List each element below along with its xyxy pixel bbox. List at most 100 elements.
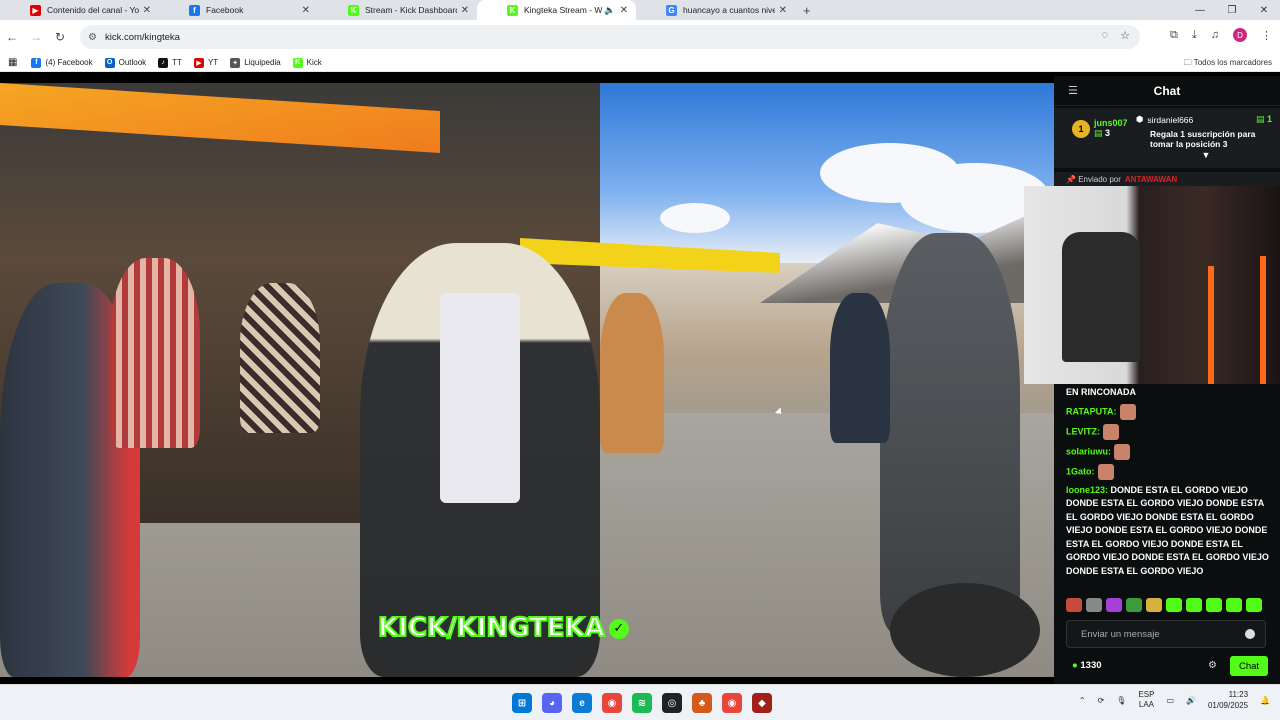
extensions-icon[interactable]: ⧉ (1170, 29, 1178, 42)
emoji-picker-icon[interactable] (1245, 629, 1255, 639)
emote-icon[interactable] (1226, 598, 1242, 612)
google-icon: G (666, 4, 677, 16)
emote-icon[interactable] (1086, 598, 1102, 612)
emote-icon[interactable] (1066, 598, 1082, 612)
kick-icon: K (348, 4, 359, 16)
reload-button[interactable]: ↻ (48, 30, 72, 44)
brand-text: KICK/KINGTEKA (377, 612, 606, 644)
bookmark-label: YT (207, 58, 219, 67)
bookmark-item[interactable]: ✦ Liquipedia (230, 57, 281, 68)
emote-icon[interactable] (1246, 598, 1262, 612)
restore-button[interactable]: ❐ (1216, 5, 1248, 16)
facebook-icon: f (31, 57, 42, 68)
bookmark-star-icon[interactable]: ☆ (1120, 29, 1130, 42)
media-control-icon[interactable]: ♫ (1211, 29, 1219, 41)
sub-count: ▤ 1 (1255, 114, 1272, 124)
send-chat-button[interactable]: Chat (1230, 656, 1268, 676)
expand-chevron-icon[interactable]: ▼ (1136, 150, 1276, 160)
close-tab-icon[interactable]: ✕ (302, 5, 310, 16)
bookmarks-list: f (4) Facebook O Outlook ♪ TT ▶ YT ✦ Liquipedia K K… (31, 57, 333, 68)
emote-icon[interactable] (1126, 598, 1142, 612)
browser-tab[interactable]: f Facebook ✕ (159, 0, 318, 20)
chat-username[interactable]: loone123: (1066, 485, 1108, 495)
tab-title: Facebook (206, 5, 244, 15)
chat-settings-icon[interactable]: ⚙ (1208, 660, 1217, 671)
chat-input[interactable]: Enviar un mensaje (1066, 620, 1266, 648)
clock[interactable]: 11:23 01/09/2025 (1208, 689, 1248, 711)
all-bookmarks-folder[interactable]: 🗀 Todos los marcadores (1184, 57, 1272, 71)
new-tab-button[interactable]: + (803, 3, 811, 18)
bookmark-item[interactable]: ▶ YT (193, 57, 219, 68)
close-tab-icon[interactable]: ✕ (461, 5, 469, 16)
taskbar-apps: ⊞ ◕ e ◉ ≋ ◎ ♣ ◉ ◆ (512, 693, 772, 713)
bookmark-item[interactable]: ♪ TT (158, 57, 182, 68)
chat-username[interactable]: solariuwu: (1066, 446, 1111, 456)
emote-icon[interactable] (1206, 598, 1222, 612)
points-value: 1330 (1080, 660, 1102, 671)
download-icon[interactable]: ⤓ (1192, 29, 1197, 42)
close-window-button[interactable]: ✕ (1248, 5, 1280, 16)
top-gifter-name: juns007 (1094, 118, 1128, 128)
browser-menu-icon[interactable]: ⋮ (1261, 29, 1272, 42)
apps-grid-icon[interactable]: ▦ (8, 57, 17, 68)
browser-tab[interactable]: K Stream - Kick Dashboard ✕ (318, 0, 477, 20)
address-bar[interactable]: ⚙ kick.com/kingteka ◌ ☆ (80, 25, 1140, 49)
obs-icon[interactable]: ◎ (662, 693, 682, 713)
speaker-icon[interactable]: 🔈 (604, 5, 615, 16)
chrome-icon[interactable]: ◉ (602, 693, 622, 713)
volume-icon[interactable]: 🔊 (1186, 696, 1196, 705)
spotify-icon[interactable]: ≋ (632, 693, 652, 713)
stream-video[interactable]: KICK/KINGTEKA ✓ (0, 83, 1054, 677)
notifications-icon[interactable]: 🔔 (1260, 696, 1270, 705)
emote-icon[interactable] (1146, 598, 1162, 612)
bookmark-item[interactable]: O Outlook (104, 57, 146, 68)
lang-code: ESP (1138, 690, 1155, 699)
tray-overflow-icon[interactable]: ⌃ (1079, 696, 1086, 705)
close-tab-icon[interactable]: ✕ (143, 5, 151, 16)
chat-username[interactable]: LEVITZ: (1066, 426, 1100, 436)
youtube-icon: ▶ (193, 57, 204, 68)
emote-icon[interactable] (1166, 598, 1182, 612)
emote-icon[interactable] (1106, 598, 1122, 612)
dota-icon[interactable]: ◆ (752, 693, 772, 713)
badge-icon: ⬢ (1136, 114, 1144, 124)
browser-tab[interactable]: K Kingteka Stream - Watch Li 🔈 ✕ (477, 0, 636, 20)
channel-points[interactable]: ● 1330 (1072, 660, 1102, 671)
network-icon[interactable]: ▭ (1166, 696, 1174, 705)
chat-username[interactable]: RATAPUTA: (1066, 406, 1117, 416)
edge-icon[interactable]: e (572, 693, 592, 713)
discord-icon[interactable]: ◕ (542, 693, 562, 713)
back-button[interactable]: ← (0, 30, 24, 44)
browser-tab[interactable]: G huancayo a cuantos niveles del ✕ (636, 0, 795, 20)
all-bookmarks-label: Todos los marcadores (1193, 58, 1272, 67)
language-indicator[interactable]: ESP LAA (1138, 690, 1154, 710)
close-tab-icon[interactable]: ✕ (620, 5, 628, 16)
quick-emote-row (1066, 598, 1262, 612)
forward-button[interactable]: → (24, 30, 48, 44)
chat-message-list: RATAPUTA: LEVITZ: solariuwu: 1Gato: loone123… (1066, 403, 1272, 579)
webcam-strap (1208, 266, 1214, 384)
top-gifter[interactable]: 1 juns007 ▤ 3 (1072, 118, 1128, 139)
pin-icon: 📌 (1066, 174, 1076, 184)
game-app-icon[interactable]: ♣ (692, 693, 712, 713)
chrome-profile-icon[interactable]: ◉ (722, 693, 742, 713)
chat-username[interactable]: 1Gato: (1066, 466, 1095, 476)
gift-icon: ▤ (1094, 128, 1103, 138)
minimize-button[interactable]: — (1184, 5, 1216, 16)
chat-message: loone123: DONDE ESTA EL GORDO VIEJO DOND… (1066, 484, 1272, 579)
bookmark-item[interactable]: K Kick (292, 57, 322, 68)
eye-off-icon[interactable]: ◌ (1102, 29, 1109, 42)
profile-avatar[interactable]: D (1233, 28, 1247, 42)
collapse-chat-icon[interactable]: ☰ (1068, 84, 1078, 97)
gift-sub-prompt[interactable]: ⬢ sirdaniel666 ▤ 1 Regala 1 suscripción p… (1136, 114, 1276, 160)
browser-tab[interactable]: ▶ Contenido del canal - YouTube ✕ (0, 0, 159, 20)
points-icon: ● (1072, 660, 1078, 671)
site-info-icon[interactable]: ⚙ (88, 32, 97, 43)
taskbar: ⊞ ◕ e ◉ ≋ ◎ ♣ ◉ ◆ ⌃ ⟳ 🎙 ESP LAA ▭ 🔊 11:23… (0, 684, 1280, 720)
emote-icon[interactable] (1186, 598, 1202, 612)
windows-start-icon[interactable]: ⊞ (512, 693, 532, 713)
sync-icon[interactable]: ⟳ (1098, 696, 1105, 705)
bookmark-item[interactable]: f (4) Facebook (31, 57, 93, 68)
microphone-icon[interactable]: 🎙 (1116, 696, 1126, 705)
close-tab-icon[interactable]: ✕ (779, 5, 787, 16)
